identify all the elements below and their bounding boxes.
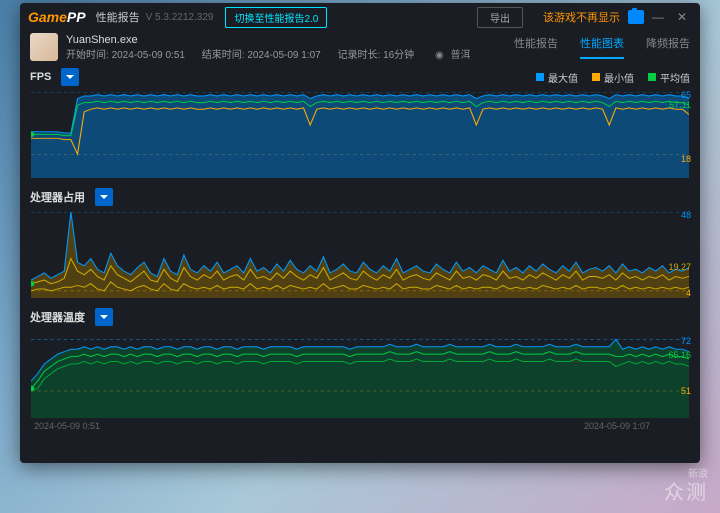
tab-performance-report[interactable]: 性能报告 <box>514 35 558 59</box>
app-title: 性能报告 <box>96 9 140 25</box>
tab-throttle-report[interactable]: 降频报告 <box>646 35 690 59</box>
location-text: 普洱 <box>450 50 470 61</box>
app-logo: GamePP <box>28 9 86 25</box>
minimize-button[interactable]: — <box>648 10 668 24</box>
app-version: V 5.3.2212.329 <box>146 12 214 23</box>
duration: 记录时长: 16分钟 <box>338 50 415 61</box>
temp-block: 处理器温度 72 65.16 51 2024-05-09 0:51 2024-0… <box>30 305 690 431</box>
time-axis: 2024-05-09 0:51 2024-05-09 1:07 <box>30 419 690 431</box>
start-time: 开始时间: 2024-05-09 0:51 <box>66 50 185 61</box>
screenshot-icon[interactable] <box>628 10 644 24</box>
cpu-title: 处理器占用 <box>30 189 85 205</box>
cpu-chart[interactable]: 48 19.27 4 <box>30 211 690 299</box>
fps-chart[interactable]: 65 57.11 18 <box>30 91 690 179</box>
temp-dropdown[interactable] <box>95 308 113 326</box>
fps-title: FPS <box>30 71 51 83</box>
fps-block: FPS 最大值 最小值 平均值 65 57.11 18 <box>30 65 690 179</box>
legend-max-icon <box>536 73 544 81</box>
watermark: 新浪 众测 <box>664 469 708 505</box>
cpu-block: 处理器占用 48 19.27 4 <box>30 185 690 299</box>
titlebar: GamePP 性能报告 V 5.3.2212.329 切换至性能报告2.0 导出… <box>20 3 700 31</box>
temp-title: 处理器温度 <box>30 309 85 325</box>
switch-report-button[interactable]: 切换至性能报告2.0 <box>225 7 327 28</box>
session-info: YuanShen.exe 开始时间: 2024-05-09 0:51 结束时间:… <box>20 31 700 63</box>
game-avatar <box>30 33 58 61</box>
report-tabs: 性能报告 性能图表 降频报告 <box>514 35 690 59</box>
tab-performance-chart[interactable]: 性能图表 <box>580 35 624 59</box>
temp-chart[interactable]: 72 65.16 51 <box>30 331 690 419</box>
cpu-dropdown[interactable] <box>95 188 113 206</box>
close-button[interactable]: ✕ <box>672 10 692 24</box>
export-button[interactable]: 导出 <box>477 7 523 28</box>
game-hidden-warning: 该游戏不再显示 <box>543 9 620 25</box>
fps-dropdown[interactable] <box>61 68 79 86</box>
location-icon: ◉ <box>435 50 444 61</box>
app-window: GamePP 性能报告 V 5.3.2212.329 切换至性能报告2.0 导出… <box>20 3 700 463</box>
exe-name: YuanShen.exe <box>66 34 470 46</box>
legend-min-icon <box>592 73 600 81</box>
chart-legend: 最大值 最小值 平均值 <box>536 70 690 85</box>
charts-area: FPS 最大值 最小值 平均值 65 57.11 18 处理器占用 <box>20 63 700 463</box>
legend-avg-icon <box>648 73 656 81</box>
end-time: 结束时间: 2024-05-09 1:07 <box>202 50 321 61</box>
